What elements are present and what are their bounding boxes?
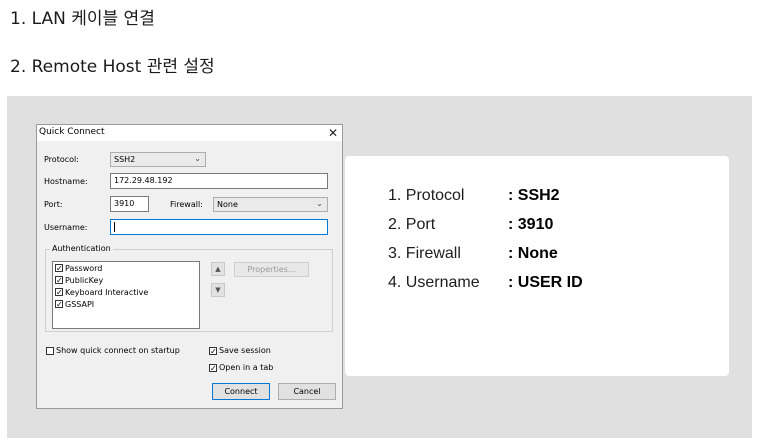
- hostname-label: Hostname:: [44, 177, 88, 186]
- hostname-input[interactable]: 172.29.48.192: [110, 173, 328, 189]
- chevron-down-icon: ⌄: [316, 199, 323, 208]
- close-icon[interactable]: ✕: [328, 125, 338, 141]
- auth-method-label: Keyboard Interactive: [65, 287, 149, 297]
- open-in-tab-label: Open in a tab: [219, 363, 274, 372]
- show-quick-connect-label: Show quick connect on startup: [56, 346, 180, 355]
- auth-method-label: GSSAPI: [65, 299, 95, 309]
- authentication-group: Authentication ✓ Password ✓ PublicKey ✓ …: [45, 244, 333, 332]
- checkbox-checked-icon[interactable]: ✓: [55, 276, 63, 285]
- save-session-label: Save session: [219, 346, 271, 355]
- cancel-button[interactable]: Cancel: [278, 383, 336, 400]
- auth-method-label: PublicKey: [65, 275, 104, 285]
- move-up-button[interactable]: ▲: [211, 262, 225, 276]
- firewall-select[interactable]: None ⌄: [213, 197, 328, 212]
- authentication-label: Authentication: [50, 244, 113, 253]
- open-in-tab-checkbox[interactable]: ✓ Open in a tab: [207, 363, 273, 372]
- dialog-title: Quick Connect: [39, 127, 105, 137]
- summary-value: : SSH2: [508, 187, 560, 204]
- port-label: Port:: [44, 200, 63, 209]
- auth-method-password[interactable]: ✓ Password: [53, 262, 199, 274]
- settings-summary-card: 1. Protocol : SSH2 2. Port : 3910 3. Fir…: [345, 156, 729, 376]
- hostname-value: 172.29.48.192: [114, 176, 173, 185]
- summary-value: : USER ID: [508, 274, 583, 291]
- step1-heading: 1. LAN 케이블 연결: [10, 9, 155, 29]
- username-input[interactable]: [110, 219, 328, 235]
- summary-value: : 3910: [508, 216, 554, 233]
- port-input[interactable]: 3910: [110, 196, 149, 212]
- chevron-down-icon: ⌄: [194, 154, 201, 163]
- auth-method-gssapi[interactable]: ✓ GSSAPI: [53, 298, 199, 310]
- auth-method-publickey[interactable]: ✓ PublicKey: [53, 274, 199, 286]
- summary-key: 4. Username: [388, 274, 480, 291]
- summary-key: 1. Protocol: [388, 187, 465, 204]
- checkbox-unchecked-icon[interactable]: [46, 346, 54, 355]
- checkbox-checked-icon[interactable]: ✓: [55, 288, 63, 297]
- quick-connect-dialog: Quick Connect ✕ Protocol: SSH2 ⌄ Hostnam…: [36, 124, 343, 409]
- protocol-value: SSH2: [114, 155, 136, 164]
- port-value: 3910: [114, 199, 135, 208]
- checkbox-checked-icon[interactable]: ✓: [55, 300, 63, 309]
- username-label: Username:: [44, 223, 88, 232]
- dialog-titlebar: Quick Connect ✕: [37, 125, 342, 141]
- auth-method-keyboard-interactive[interactable]: ✓ Keyboard Interactive: [53, 286, 199, 298]
- text-caret: [114, 222, 115, 232]
- screenshot-panel: Quick Connect ✕ Protocol: SSH2 ⌄ Hostnam…: [7, 96, 752, 438]
- firewall-value: None: [217, 200, 238, 209]
- auth-method-label: Password: [65, 263, 103, 273]
- properties-button[interactable]: Properties...: [234, 262, 309, 277]
- firewall-label: Firewall:: [170, 200, 203, 209]
- summary-value: : None: [508, 245, 558, 262]
- summary-key: 2. Port: [388, 216, 436, 233]
- triangle-up-icon: ▲: [215, 265, 221, 273]
- checkbox-checked-icon[interactable]: ✓: [55, 264, 63, 273]
- auth-methods-list: ✓ Password ✓ PublicKey ✓ Keyboard Intera…: [52, 261, 200, 329]
- move-down-button[interactable]: ▼: [211, 283, 225, 297]
- checkbox-checked-icon[interactable]: ✓: [209, 363, 217, 372]
- show-quick-connect-checkbox[interactable]: Show quick connect on startup: [44, 346, 180, 355]
- save-session-checkbox[interactable]: ✓ Save session: [207, 346, 271, 355]
- summary-key: 3. Firewall: [388, 245, 461, 262]
- connect-button[interactable]: Connect: [212, 383, 270, 400]
- protocol-label: Protocol:: [44, 155, 79, 164]
- step2-heading: 2. Remote Host 관련 설정: [10, 57, 215, 77]
- triangle-down-icon: ▼: [215, 286, 221, 294]
- protocol-select[interactable]: SSH2 ⌄: [110, 152, 206, 167]
- checkbox-checked-icon[interactable]: ✓: [209, 346, 217, 355]
